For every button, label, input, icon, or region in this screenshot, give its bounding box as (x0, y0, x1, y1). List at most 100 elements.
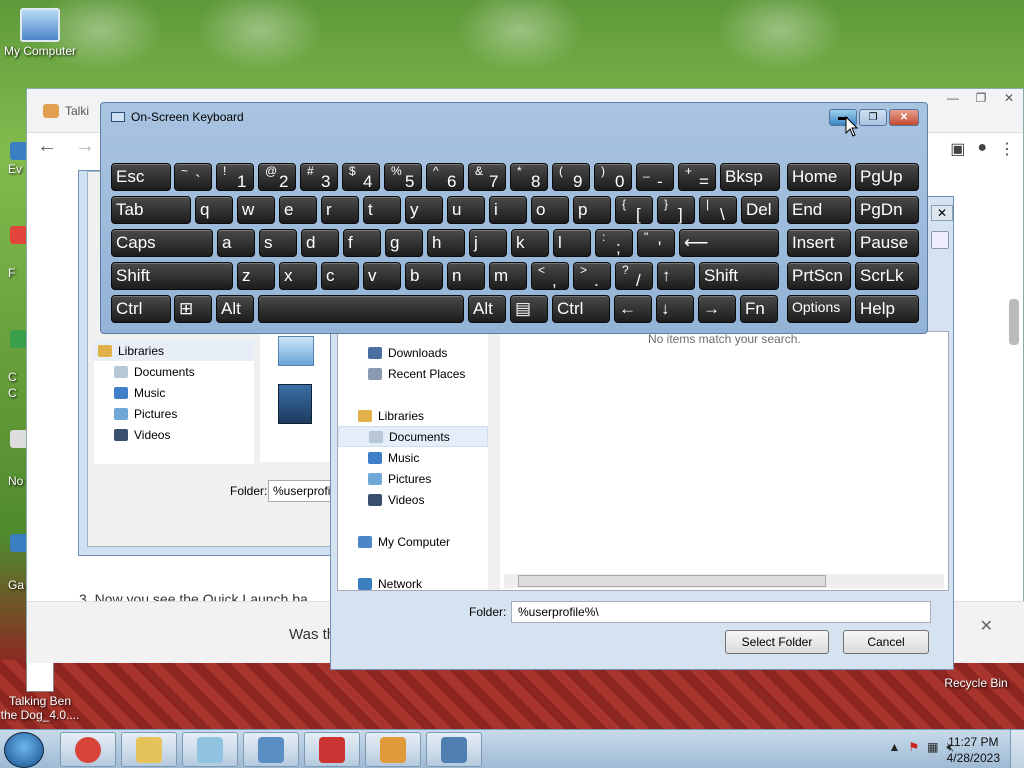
profile-icon[interactable]: ● (977, 139, 987, 159)
maximize-icon[interactable]: ❐ (967, 89, 995, 107)
tree-item[interactable]: Documents (338, 426, 488, 447)
network-icon[interactable]: ▦ (927, 740, 938, 755)
key-symbol[interactable]: ← (614, 295, 652, 323)
key-symbol[interactable]: <, (531, 262, 569, 290)
key-t[interactable]: t (363, 196, 401, 224)
key-z[interactable]: z (237, 262, 275, 290)
tree-item[interactable]: Recent Places (338, 363, 488, 384)
key-7[interactable]: & 7 (468, 163, 506, 191)
key-e[interactable]: e (279, 196, 317, 224)
key-options[interactable]: Options (787, 295, 851, 323)
close-icon[interactable]: ✕ (889, 109, 919, 126)
key-pgdn[interactable]: PgDn (855, 196, 919, 224)
key-ctrl[interactable]: Ctrl (111, 295, 171, 323)
key-n[interactable]: n (447, 262, 485, 290)
minimize-icon[interactable]: — (939, 89, 967, 107)
tree-item[interactable]: Documents (94, 361, 254, 382)
key-u[interactable]: u (447, 196, 485, 224)
forward-arrow-icon[interactable]: → (75, 135, 95, 158)
key-pgup[interactable]: PgUp (855, 163, 919, 191)
menu-icon[interactable]: ⋮ (999, 139, 1015, 159)
key-c[interactable]: c (321, 262, 359, 290)
key-s[interactable]: s (259, 229, 297, 257)
key-symbol[interactable]: _ - (636, 163, 674, 191)
key-d[interactable]: d (301, 229, 339, 257)
key-w[interactable]: w (237, 196, 275, 224)
key-i[interactable]: i (489, 196, 527, 224)
taskbar-osk-button[interactable] (426, 732, 482, 767)
taskbar-explorer-button[interactable] (121, 732, 177, 767)
desktop-icon-my-computer[interactable]: My Computer (2, 8, 78, 58)
key-alt[interactable]: Alt (216, 295, 254, 323)
folder-input[interactable]: %userprofile%\ (511, 601, 931, 623)
key-q[interactable]: q (195, 196, 233, 224)
start-button[interactable] (4, 732, 44, 768)
key-scrlk[interactable]: ScrLk (855, 262, 919, 290)
key-pause[interactable]: Pause (855, 229, 919, 257)
key-ctrl[interactable]: Ctrl (552, 295, 610, 323)
key-5[interactable]: % 5 (384, 163, 422, 191)
desktop-icon-talking-ben[interactable]: Talking Ben the Dog_4.0.... (0, 660, 80, 722)
key-caps[interactable]: Caps (111, 229, 213, 257)
key-4[interactable]: $4 (342, 163, 380, 191)
action-center-icon[interactable]: ⚑ (908, 740, 919, 755)
key-symbol[interactable]: {[ (615, 196, 653, 224)
key-3[interactable]: #3 (300, 163, 338, 191)
tree-item[interactable]: Pictures (94, 403, 254, 424)
key-symbol[interactable]: | \ (699, 196, 737, 224)
key-symbol[interactable]: ↑ (657, 262, 695, 290)
key-prtscn[interactable]: PrtScn (787, 262, 851, 290)
tree-item[interactable]: Music (94, 382, 254, 403)
key-m[interactable]: m (489, 262, 527, 290)
scrollbar-thumb[interactable] (518, 575, 826, 587)
show-hidden-icons-icon[interactable]: ▲ (888, 740, 900, 755)
key-b[interactable]: b (405, 262, 443, 290)
key-h[interactable]: h (427, 229, 465, 257)
key-j[interactable]: j (469, 229, 507, 257)
maximize-icon[interactable]: ❐ (859, 109, 887, 126)
browser-tab-title[interactable]: Talki (65, 104, 89, 118)
key-r[interactable]: r (321, 196, 359, 224)
key-x[interactable]: x (279, 262, 317, 290)
select-folder-button[interactable]: Select Folder (725, 630, 829, 654)
key-symbol[interactable]: ⟵ (679, 229, 779, 257)
key-symbol[interactable]: :; (595, 229, 633, 257)
taskbar-chrome-button[interactable] (60, 732, 116, 767)
horizontal-scrollbar[interactable] (504, 574, 944, 588)
close-icon[interactable]: ✕ (995, 89, 1023, 107)
key-symbol[interactable]: ⊞ (174, 295, 212, 323)
key-space[interactable] (258, 295, 464, 323)
tree-item[interactable]: Videos (94, 424, 254, 445)
key-1[interactable]: ! 1 (216, 163, 254, 191)
key-symbol[interactable]: >. (573, 262, 611, 290)
key-shift[interactable]: Shift (111, 262, 233, 290)
tree-item[interactable]: My Computer (338, 531, 488, 552)
desktop-icon-recycle-bin[interactable]: Recycle Bin (940, 676, 1012, 690)
key-insert[interactable]: Insert (787, 229, 851, 257)
clock[interactable]: 11:27 PM 4/28/2023 (947, 734, 1000, 766)
key-symbol[interactable]: ? / (615, 262, 653, 290)
key-g[interactable]: g (385, 229, 423, 257)
key-home[interactable]: Home (787, 163, 851, 191)
folder-input[interactable]: %userprofile (268, 480, 338, 502)
key-y[interactable]: y (405, 196, 443, 224)
tree-item[interactable]: Network (338, 573, 488, 594)
key-l[interactable]: l (553, 229, 591, 257)
key-o[interactable]: o (531, 196, 569, 224)
key-a[interactable]: a (217, 229, 255, 257)
cancel-button[interactable]: Cancel (843, 630, 929, 654)
key-alt[interactable]: Alt (468, 295, 506, 323)
tree-item[interactable]: Downloads (338, 342, 488, 363)
tree-item[interactable]: Libraries (338, 405, 488, 426)
sidebar-icon[interactable]: ▣ (950, 139, 965, 159)
key-v[interactable]: v (363, 262, 401, 290)
key-symbol[interactable]: → (698, 295, 736, 323)
tree-item[interactable]: Libraries (94, 340, 254, 361)
key-p[interactable]: p (573, 196, 611, 224)
tree-item[interactable]: Pictures (338, 468, 488, 489)
key-f[interactable]: f (343, 229, 381, 257)
key-symbol[interactable]: + = (678, 163, 716, 191)
key-del[interactable]: Del (741, 196, 779, 224)
key-esc[interactable]: Esc (111, 163, 171, 191)
key-fn[interactable]: Fn (740, 295, 778, 323)
